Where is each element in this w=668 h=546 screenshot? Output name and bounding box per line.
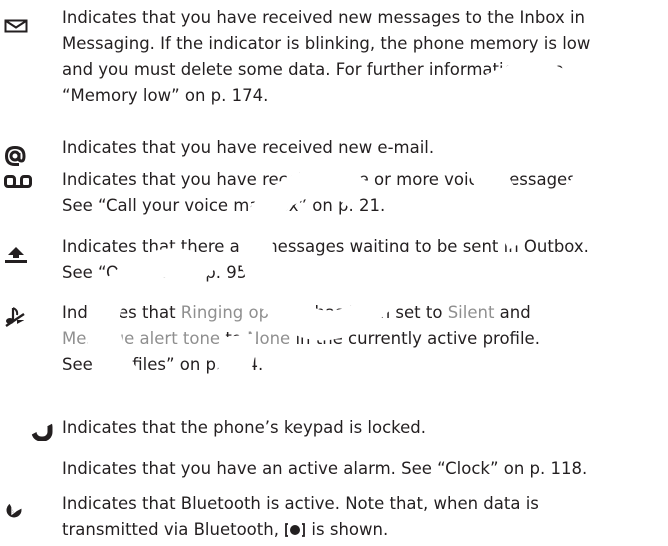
- description-line: Indicates that you have an active alarm.…: [62, 459, 588, 478]
- alarm-icon: [4, 460, 34, 486]
- setting-name-message-alert-tone: Message alert tone: [62, 329, 221, 348]
- setting-value-silent: Silent: [447, 303, 495, 322]
- indicator-description: Indicates that there are messages waitin…: [62, 234, 662, 286]
- text-segment: and: [494, 303, 531, 322]
- envelope-icon: [4, 19, 34, 45]
- indicator-description: Indicates that you have an active alarm.…: [62, 456, 662, 482]
- description-line: Indicates that you have received new mes…: [62, 8, 585, 27]
- indicator-description: Indicates that you have received new mes…: [62, 5, 662, 109]
- description-line: Indicates that you have received new e-m…: [62, 138, 435, 157]
- description-line: Messaging. If the indicator is blinking,…: [62, 34, 591, 53]
- setting-value-none: None: [247, 329, 291, 348]
- voicemail-icon: [4, 175, 34, 201]
- indicator-description: Indicates that Ringing options has been …: [62, 300, 662, 378]
- indicator-description: Indicates that Bluetooth is active. Note…: [62, 491, 662, 543]
- description-line: transmitted via Bluetooth, is shown.: [62, 517, 662, 543]
- outbox-icon: [4, 246, 34, 272]
- keypad-lock-icon: [10, 417, 56, 441]
- text-segment: Indicates that: [62, 303, 181, 322]
- text-segment: has been set to: [309, 303, 448, 322]
- bluetooth-transmit-icon: [284, 520, 306, 537]
- text-segment: transmitted via Bluetooth,: [62, 520, 285, 539]
- description-line: See “Outbox” on p. 95.: [62, 263, 253, 282]
- indicator-description: Indicates that you have received one or …: [62, 167, 662, 219]
- bluetooth-icon: [4, 501, 34, 527]
- text-segment: to: [220, 329, 248, 348]
- description-line: Indicates that the phone’s keypad is loc…: [62, 418, 427, 437]
- description-line: Indicates that Bluetooth is active. Note…: [62, 494, 539, 513]
- description-line: Indicates that Ringing options has been …: [62, 300, 662, 326]
- description-line: Indicates that you have received one or …: [62, 170, 582, 189]
- description-line: See “Profiles” on p. 104.: [62, 355, 264, 374]
- silent-icon: [4, 306, 34, 332]
- at-sign-icon: [4, 145, 34, 171]
- description-line: Indicates that there are messages waitin…: [62, 237, 589, 256]
- indicator-description: Indicates that the phone’s keypad is loc…: [62, 415, 662, 441]
- text-segment: is shown.: [306, 520, 389, 539]
- description-line: and you must delete some data. For furth…: [62, 60, 564, 79]
- description-line: See “Call your voice mailbox” on p. 21.: [62, 196, 386, 215]
- text-segment: in the currently active profile.: [290, 329, 540, 348]
- indicator-description: Indicates that you have received new e-m…: [62, 135, 662, 161]
- setting-name-ringing-options: Ringing options: [180, 303, 310, 322]
- description-line: “Memory low” on p. 174.: [62, 86, 269, 105]
- description-line: Message alert tone to None in the curren…: [62, 326, 662, 352]
